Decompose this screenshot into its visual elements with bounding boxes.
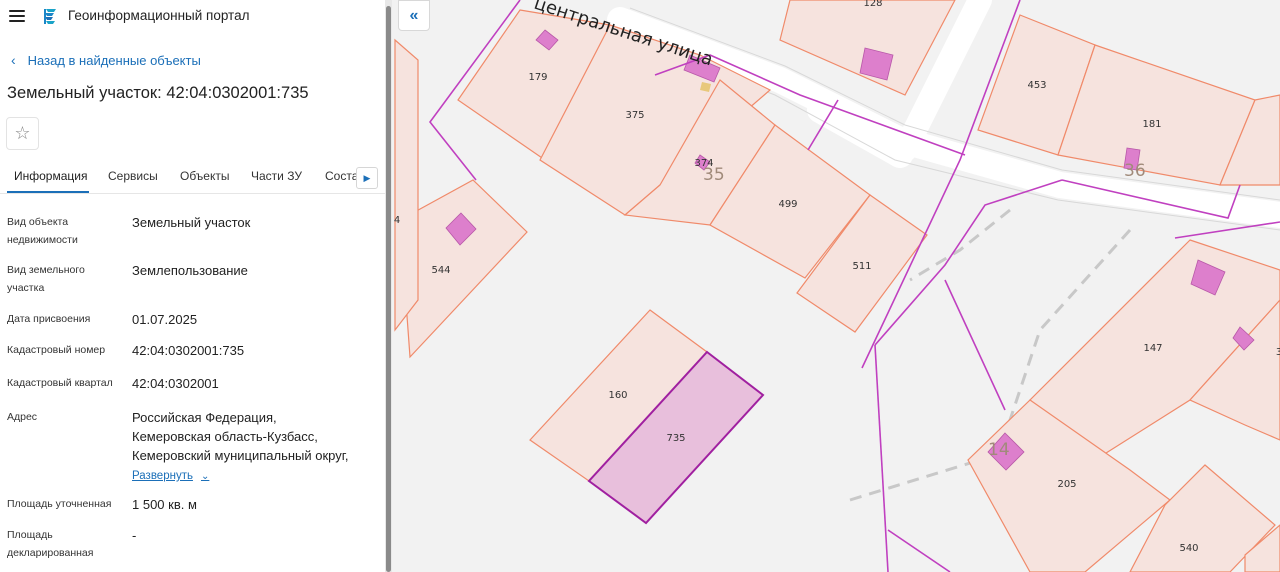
parcel-number-label: 499	[778, 199, 797, 210]
field-label: Дата присвоения	[7, 313, 91, 325]
field-value: 42:04:0302001	[132, 376, 219, 391]
parcel-number-label: 540	[1179, 543, 1198, 554]
expand-label: Развернуть	[132, 470, 193, 482]
field-label: Кадастровый номер	[7, 344, 106, 356]
field-label: Кадастровый квартал	[7, 377, 113, 389]
parcel-number-label: 205	[1057, 479, 1076, 490]
tab-information[interactable]: Информация	[14, 169, 87, 183]
active-tab-indicator	[7, 191, 89, 193]
back-label: Назад в найденные объекты	[27, 52, 201, 68]
top-bar: Геоинформационный портал	[0, 0, 385, 32]
address-value: Российская Федерация, Кемеровская област…	[132, 408, 377, 486]
field-value: Землепользование	[132, 263, 248, 278]
tab-parts[interactable]: Части ЗУ	[251, 169, 302, 183]
parcel-number-label: 4	[394, 215, 400, 226]
parcel-4[interactable]	[394, 38, 419, 332]
star-icon: ☆	[14, 123, 31, 143]
menu-icon[interactable]	[9, 10, 25, 22]
info-panel: Геоинформационный портал ‹ Назад в найде…	[0, 0, 385, 572]
parcel-number-label: 160	[608, 390, 627, 401]
portal-title: Геоинформационный портал	[68, 8, 250, 23]
chevron-down-icon: ⌄	[200, 471, 210, 482]
field-value: Земельный участок	[132, 215, 251, 230]
field-value: 42:04:0302001:735	[132, 343, 245, 358]
parcel-number-label: 181	[1142, 119, 1161, 130]
block-label: 36	[1124, 161, 1146, 181]
parcel-number-label: 128	[863, 0, 882, 9]
tabs-scroll-right-button[interactable]: ▶	[356, 167, 378, 189]
parcel-number-label: 544	[431, 265, 450, 276]
map-canvas[interactable]: 1281793753744531814995115441607351472055…	[392, 0, 1280, 572]
parcel-number-label: 511	[852, 261, 871, 272]
parcel-number-label: 375	[625, 110, 644, 121]
scrollbar-thumb[interactable]	[386, 6, 391, 572]
back-to-results-link[interactable]: ‹ Назад в найденные объекты	[11, 52, 201, 68]
tabs-clip: Информация Сервисы Объекты Части ЗУ Сост…	[0, 160, 356, 194]
parcel-544[interactable]	[399, 179, 528, 359]
parcel-number-label: 3	[1276, 347, 1280, 358]
double-chevron-left-icon: «	[409, 6, 419, 24]
parcel-number-label: 453	[1027, 80, 1046, 91]
parcel-number-label: 735	[666, 433, 685, 444]
tab-objects[interactable]: Объекты	[180, 169, 230, 183]
block-label: 35	[703, 165, 725, 185]
parcel-number-label: 179	[528, 72, 547, 83]
panel-scrollbar[interactable]	[385, 0, 392, 572]
address-line: Кемеровская область-Кузбасс,	[132, 429, 318, 444]
chevron-left-icon: ‹	[11, 52, 16, 68]
address-line: Кемеровский муниципальный округ,	[132, 448, 349, 463]
tab-bar: Информация Сервисы Объекты Части ЗУ Сост…	[0, 160, 385, 194]
block-label: 14	[988, 440, 1010, 460]
parcel-181[interactable]	[1057, 44, 1256, 186]
tab-services[interactable]: Сервисы	[108, 169, 158, 183]
field-label: Площадь уточненная	[7, 498, 112, 510]
collapse-panel-button[interactable]: «	[398, 0, 430, 31]
expand-address-link[interactable]: Развернуть ⌄	[132, 467, 209, 486]
portal-logo-icon	[44, 9, 56, 24]
field-label: Адрес	[7, 411, 38, 423]
field-value: 01.07.2025	[132, 312, 198, 327]
field-label: Вид земельного участка	[7, 264, 85, 294]
parcel-number-label: 147	[1143, 343, 1162, 354]
favorite-button[interactable]: ☆	[6, 117, 39, 150]
tab-composition[interactable]: Состав	[325, 169, 356, 183]
chevron-right-icon: ▶	[363, 172, 371, 183]
parcels[interactable]	[394, 0, 1280, 572]
address-line: Российская Федерация,	[132, 410, 277, 425]
field-label: Вид объекта недвижимости	[7, 216, 78, 246]
object-title: Земельный участок: 42:04:0302001:735	[7, 84, 309, 102]
field-label: Площадь декларированная	[7, 529, 94, 559]
field-value: 1 500 кв. м	[132, 497, 197, 512]
cadastral-map[interactable]: 128 179 375 374 453 181 499 511 544 160 735 147 205 5…	[392, 0, 1280, 572]
field-value: -	[132, 528, 137, 543]
